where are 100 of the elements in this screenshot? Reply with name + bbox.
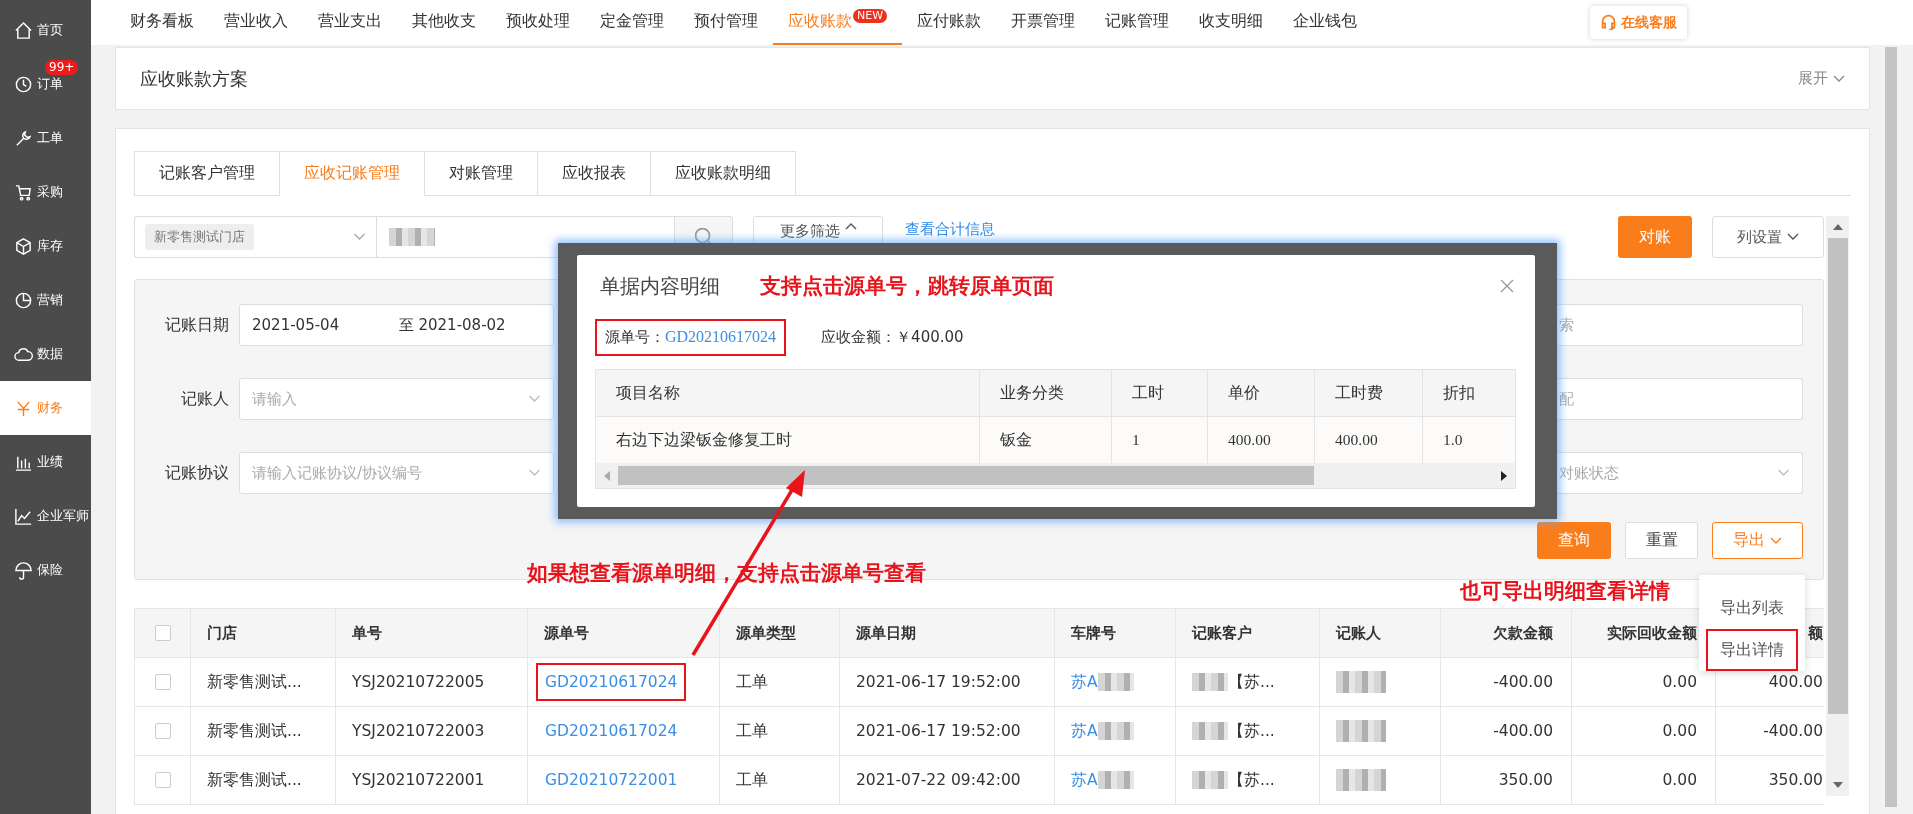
checkbox[interactable] xyxy=(154,772,171,788)
plate-link[interactable]: 苏A xyxy=(1071,671,1098,693)
nav-tab[interactable]: 其他收支 xyxy=(397,0,491,45)
cube-icon xyxy=(14,236,33,256)
blurred-text xyxy=(1097,771,1134,789)
column-header: 工时费 xyxy=(1315,370,1423,416)
column-header: 项目名称 xyxy=(596,370,980,416)
sidebar-item[interactable]: 首页 xyxy=(0,3,91,57)
horizontal-scrollbar[interactable] xyxy=(596,463,1515,488)
home-icon xyxy=(14,20,33,40)
umbrella-icon xyxy=(14,560,33,580)
summary-link[interactable]: 查看合计信息 xyxy=(905,220,995,239)
pie-chart-icon xyxy=(14,290,33,310)
chevron-up-icon xyxy=(844,222,857,230)
wrench-icon xyxy=(14,128,33,148)
search-field[interactable] xyxy=(376,216,675,258)
close-icon[interactable] xyxy=(1500,279,1514,293)
table-cell: 新零售测试... xyxy=(191,658,336,706)
chevron-down-icon xyxy=(1770,536,1782,545)
table-cell-text: -400.00 xyxy=(1762,721,1824,742)
scroll-down-icon[interactable] xyxy=(1832,782,1843,788)
table-cell: YSJ20210722003 xyxy=(336,707,528,755)
column-header: 记账人 xyxy=(1336,623,1381,643)
sidebar-item[interactable]: 采购 xyxy=(0,165,91,219)
table-cell: 新零售测试... xyxy=(191,756,336,804)
nav-tab[interactable]: 营业收入 xyxy=(209,0,303,45)
sidebar-item[interactable]: 企业军师 xyxy=(0,489,91,543)
column-header: 业务分类 xyxy=(980,370,1112,416)
input-field[interactable]: 配 xyxy=(1555,378,1803,420)
table-cell: 工单 xyxy=(720,707,840,755)
input-field[interactable]: 索 xyxy=(1555,304,1803,346)
column-header: 车牌号 xyxy=(1071,623,1116,643)
nav-tab[interactable]: 预付管理 xyxy=(679,0,773,45)
sidebar-item[interactable]: 营销 xyxy=(0,273,91,327)
store-select[interactable]: 新零售测试门店 xyxy=(134,216,376,258)
tab[interactable]: 记账客户管理 xyxy=(134,151,280,196)
table-cell: 2021-06-17 19:52:00 xyxy=(840,658,1055,706)
panel-title: 应收账款方案 xyxy=(140,67,248,91)
tab[interactable]: 对账管理 xyxy=(425,151,538,196)
menu-item[interactable]: 导出详情 xyxy=(1706,629,1798,671)
chevron-down-icon xyxy=(528,469,541,477)
table-cell: 新零售测试... xyxy=(191,707,336,755)
nav-tab[interactable]: 营业支出 xyxy=(303,0,397,45)
sidebar-item[interactable]: 数据 xyxy=(0,327,91,381)
amount-text: 应收金额：￥400.00 xyxy=(821,327,964,347)
sidebar-item[interactable]: 保险 xyxy=(0,543,91,597)
table-cell: 工单 xyxy=(720,658,840,706)
nav-tab[interactable]: 应收账款 NEW xyxy=(773,0,903,45)
filter-label: 记账日期 xyxy=(164,314,230,336)
date-range-field[interactable]: 2021-05-04 至 2021-08-02 xyxy=(239,304,554,346)
table-cell-text: 400.00 xyxy=(1767,672,1824,693)
column-settings-button[interactable]: 列设置 xyxy=(1712,216,1824,258)
filter-label: 记账协议 xyxy=(164,462,230,484)
nav-tab[interactable]: 财务看板 xyxy=(115,0,209,45)
column-header: 记账客户 xyxy=(1192,623,1252,643)
nav-tab[interactable]: 定金管理 xyxy=(585,0,679,45)
plate-link[interactable]: 苏A xyxy=(1071,769,1098,791)
expand-toggle[interactable]: 展开 xyxy=(1798,69,1845,88)
checkbox[interactable] xyxy=(154,674,171,690)
reset-button[interactable]: 重置 xyxy=(1625,522,1698,559)
table-cell: -400.00 xyxy=(1441,707,1572,755)
blurred-text xyxy=(1336,720,1386,742)
tab[interactable]: 应收报表 xyxy=(538,151,651,196)
source-number-label: 源单号： xyxy=(605,327,665,347)
line-chart-icon xyxy=(14,506,33,526)
menu-item[interactable]: 导出列表 xyxy=(1706,587,1798,629)
scroll-left-icon[interactable] xyxy=(604,470,610,481)
sidebar-item[interactable]: 库存 xyxy=(0,219,91,273)
sidebar-item[interactable]: 订单 99+ xyxy=(0,57,91,111)
table-cell: 2021-06-17 19:52:00 xyxy=(840,707,1055,755)
column-header: 源单类型 xyxy=(736,623,796,643)
column-header: 实际回收金额 xyxy=(1607,623,1697,643)
page-scrollbar[interactable] xyxy=(1885,47,1897,807)
scroll-up-icon[interactable] xyxy=(1832,224,1843,230)
new-badge: NEW xyxy=(853,8,888,23)
blurred-text xyxy=(1192,771,1228,789)
nav-tab[interactable]: 记账管理 xyxy=(1090,0,1185,45)
table-cell: 工单 xyxy=(720,756,840,804)
nav-tab[interactable]: 企业钱包 xyxy=(1278,0,1373,45)
plate-link[interactable]: 苏A xyxy=(1071,720,1098,742)
nav-tab[interactable]: 开票管理 xyxy=(996,0,1091,45)
sidebar-item[interactable]: 业绩 xyxy=(0,435,91,489)
column-header: 工时 xyxy=(1112,370,1208,416)
checkbox[interactable] xyxy=(154,723,171,739)
chevron-down-icon xyxy=(353,233,366,241)
nav-tab[interactable]: 收支明细 xyxy=(1184,0,1279,45)
checkbox[interactable] xyxy=(154,625,171,641)
column-header: 单号 xyxy=(352,623,382,643)
scrollbar[interactable] xyxy=(1826,216,1849,796)
scroll-right-icon[interactable] xyxy=(1501,470,1507,481)
column-header: 折扣 xyxy=(1442,382,1476,404)
table-cell: 2021-07-22 09:42:00 xyxy=(840,756,1055,804)
nav-tab[interactable]: 应付账款 xyxy=(902,0,997,45)
blurred-text xyxy=(1097,673,1134,691)
table-cell: YSJ20210722005 xyxy=(336,658,528,706)
sidebar-item[interactable]: 工单 xyxy=(0,111,91,165)
filter-label: 记账人 xyxy=(180,388,230,410)
tab[interactable]: 应收账款明细 xyxy=(651,151,796,196)
table-cell: 【苏... xyxy=(1228,671,1275,693)
nav-tab[interactable]: 预收处理 xyxy=(491,0,585,45)
